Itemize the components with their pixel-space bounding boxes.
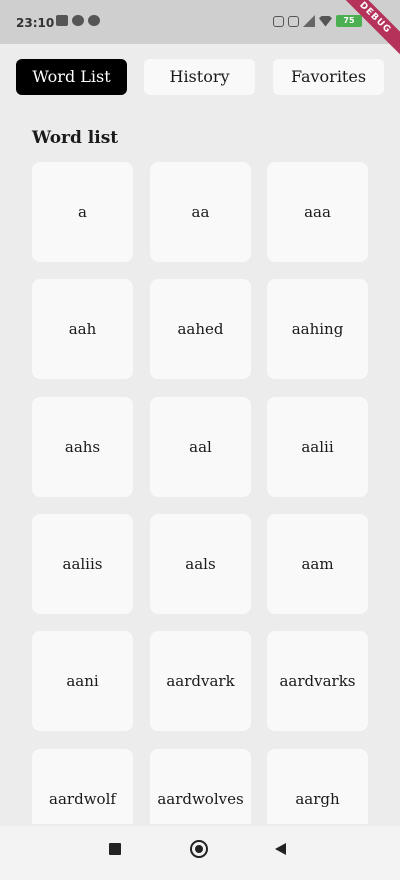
word-card[interactable]: aahs bbox=[32, 397, 133, 497]
word-card[interactable]: aals bbox=[150, 514, 251, 614]
tab-bar: Word List History Favorites bbox=[16, 59, 384, 95]
word-card[interactable]: aargh bbox=[267, 749, 368, 824]
status-left-icons bbox=[56, 15, 100, 26]
home-circle-icon[interactable] bbox=[190, 840, 208, 858]
recents-square-icon[interactable] bbox=[109, 843, 121, 855]
word-card[interactable]: aaliis bbox=[32, 514, 133, 614]
word-card[interactable]: aaa bbox=[267, 162, 368, 262]
signal-icon bbox=[303, 15, 315, 27]
section-title: Word list bbox=[32, 128, 119, 148]
back-triangle-icon[interactable] bbox=[275, 843, 286, 855]
word-card[interactable]: aahing bbox=[267, 279, 368, 379]
tab-word-list[interactable]: Word List bbox=[16, 59, 127, 95]
word-card[interactable]: aani bbox=[32, 631, 133, 731]
word-card[interactable]: aardwolves bbox=[150, 749, 251, 824]
status-bar: 23:10 75 DEBUG bbox=[0, 0, 400, 63]
tab-history[interactable]: History bbox=[144, 59, 255, 95]
word-grid: a aa aaa aah aahed aahing aahs aal aalii… bbox=[32, 162, 368, 824]
at-icon bbox=[88, 15, 100, 26]
word-card[interactable]: aardvark bbox=[150, 631, 251, 731]
word-card[interactable]: aahed bbox=[150, 279, 251, 379]
word-card[interactable]: aah bbox=[32, 279, 133, 379]
word-card[interactable]: aalii bbox=[267, 397, 368, 497]
sync-icon bbox=[72, 15, 84, 26]
video-icon bbox=[56, 15, 68, 26]
word-card[interactable]: aardvarks bbox=[267, 631, 368, 731]
word-card[interactable]: aa bbox=[150, 162, 251, 262]
debug-banner: DEBUG bbox=[330, 0, 400, 63]
wifi-icon bbox=[319, 16, 332, 27]
word-card[interactable]: aal bbox=[150, 397, 251, 497]
tab-favorites[interactable]: Favorites bbox=[273, 59, 384, 95]
word-card[interactable]: a bbox=[32, 162, 133, 262]
alarm-icon bbox=[273, 15, 284, 27]
battery-icon: 75 bbox=[336, 15, 362, 27]
screenshot-icon bbox=[288, 15, 299, 27]
status-right-icons: 75 bbox=[273, 15, 362, 27]
status-time: 23:10 bbox=[16, 16, 55, 30]
word-card[interactable]: aam bbox=[267, 514, 368, 614]
navigation-bar bbox=[0, 826, 400, 880]
word-card[interactable]: aardwolf bbox=[32, 749, 133, 824]
